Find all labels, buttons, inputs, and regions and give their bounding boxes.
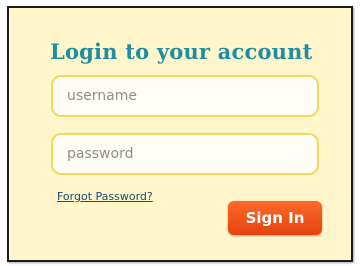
login-panel: Login to your account Forgot Password? S… [7,6,353,262]
username-input[interactable] [51,75,319,117]
password-input[interactable] [51,133,319,175]
sign-in-button[interactable]: Sign In [228,201,322,235]
login-title: Login to your account [50,39,313,64]
forgot-password-link[interactable]: Forgot Password? [57,190,153,203]
